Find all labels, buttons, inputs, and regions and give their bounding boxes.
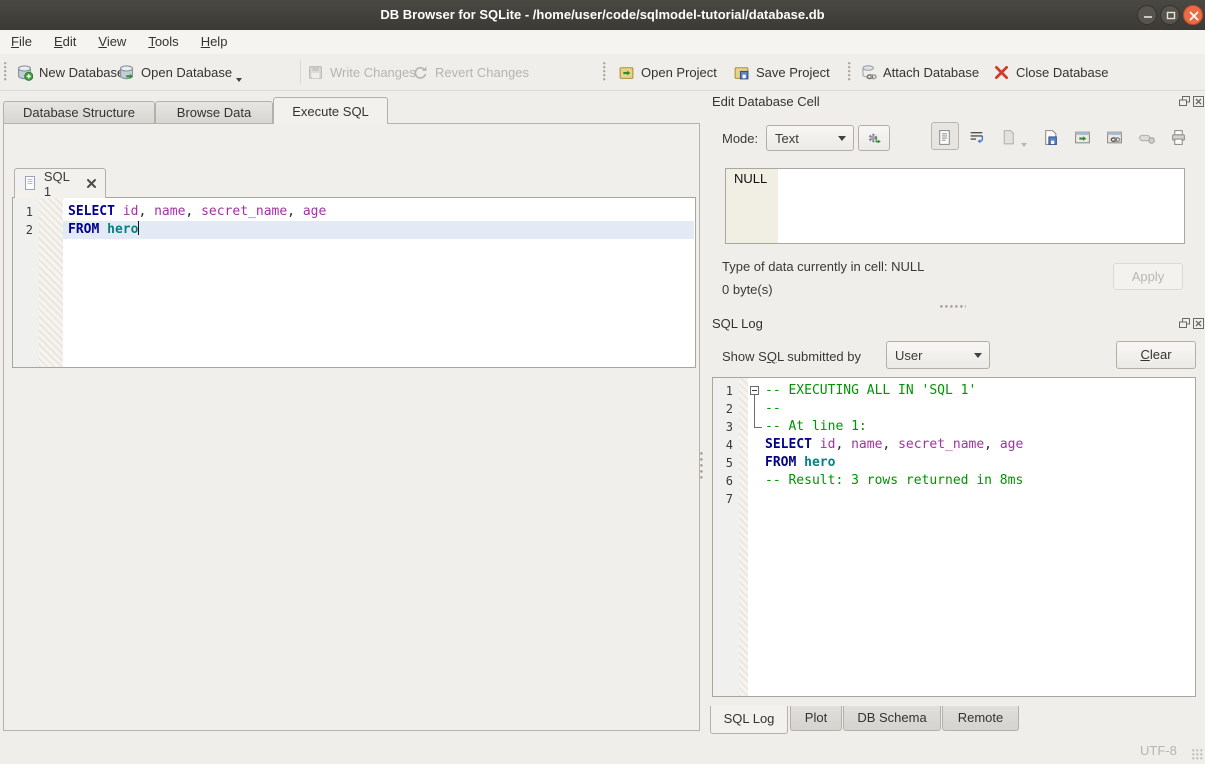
sql-file-tab-label: SQL 1 (44, 169, 80, 199)
tab-execute-sql[interactable]: Execute SQL (273, 97, 388, 124)
write-changes-button: Write Changes (303, 58, 420, 86)
toolbar-separator (300, 60, 301, 84)
mode-import-icon (866, 130, 883, 147)
code-line: 1-- EXECUTING ALL IN 'SQL 1' (713, 382, 1195, 400)
panel-splitter[interactable] (940, 305, 966, 309)
open-project-button[interactable]: Open Project (614, 58, 721, 86)
resize-grip[interactable] (1192, 749, 1204, 761)
close-database-icon (993, 64, 1010, 81)
edit-cell-title: Edit Database Cell (712, 94, 820, 109)
toolbar-button-label: Open Project (641, 65, 717, 80)
code-line: 2-- (713, 400, 1195, 418)
import-file-icon (1000, 129, 1017, 146)
revert-changes-button: Revert Changes (408, 58, 533, 86)
toolbar-button-label: Save Project (756, 65, 830, 80)
sql-log-filter-select[interactable]: User (886, 341, 990, 369)
write-changes-icon (307, 64, 324, 81)
float-panel-icon[interactable] (1178, 317, 1191, 330)
mode-value: Text (775, 131, 799, 146)
print-cell-icon[interactable] (1170, 129, 1187, 146)
window-title: DB Browser for SQLite - /home/user/code/… (0, 0, 1205, 30)
import-data-button[interactable] (858, 125, 890, 151)
open-project-icon (618, 64, 635, 81)
code-line: 5FROM hero (713, 454, 1195, 472)
copy-link-icon[interactable] (1106, 129, 1123, 146)
sql-document-icon (22, 175, 39, 192)
encoding-indicator: UTF-8 (1140, 743, 1177, 758)
toolbar-handle[interactable] (603, 62, 607, 82)
sql-log-filter-value: User (895, 348, 922, 363)
cell-editor-toolbar (962, 127, 1187, 147)
sql-log-filter-label: Show SQL submitted by (722, 349, 861, 364)
toolbar-button-label: Attach Database (883, 65, 979, 80)
toolbar-button-label: Revert Changes (435, 65, 529, 80)
word-wrap-icon[interactable] (968, 129, 985, 146)
sql-editor[interactable]: 1SELECT id, name, secret_name, age2FROM … (12, 197, 696, 368)
menubar: FileEditViewToolsHelp (0, 30, 1205, 54)
toolbar-handle[interactable] (4, 62, 8, 82)
new-database-icon (16, 64, 33, 81)
float-panel-icon[interactable] (1178, 95, 1191, 108)
main-splitter[interactable] (700, 452, 704, 482)
bottom-tab-sql-log[interactable]: SQL Log (710, 706, 788, 734)
menu-edit[interactable]: Edit (43, 30, 87, 54)
open-database-icon (118, 64, 135, 81)
cell-size-info: 0 byte(s) (722, 282, 773, 297)
attach-database-button[interactable]: Attach Database (856, 58, 983, 86)
sql-file-tab[interactable]: SQL 1 (14, 168, 106, 198)
toolbar-button-label: Close Database (1016, 65, 1109, 80)
code-line: 6-- Result: 3 rows returned in 8ms (713, 472, 1195, 490)
apply-button: Apply (1113, 263, 1183, 290)
open-database-button[interactable]: Open Database (114, 58, 246, 86)
new-database-button[interactable]: New Database (12, 58, 128, 86)
sql-log-title: SQL Log (712, 316, 763, 331)
clear-log-button[interactable]: Clear (1116, 341, 1196, 369)
code-line: 3-- At line 1: (713, 418, 1195, 436)
code-line: 4SELECT id, name, secret_name, age (713, 436, 1195, 454)
menu-help[interactable]: Help (190, 30, 239, 54)
text-mode-icon[interactable] (936, 129, 953, 146)
tab-browse-data[interactable]: Browse Data (155, 101, 273, 124)
code-line: 1SELECT id, name, secret_name, age (13, 203, 695, 221)
attach-database-icon (860, 64, 877, 81)
cell-content-value: NULL (734, 171, 767, 186)
save-project-icon (733, 64, 750, 81)
main-toolbar: New Database Open Database Write Changes Re… (0, 54, 1205, 91)
menu-view[interactable]: View (87, 30, 137, 54)
minimize-icon[interactable] (1137, 5, 1157, 25)
code-line: 2FROM hero (13, 221, 695, 239)
revert-changes-icon (412, 64, 429, 81)
close-icon[interactable] (1183, 5, 1203, 25)
toolbar-button-label: New Database (39, 65, 124, 80)
mode-label: Mode: (722, 131, 758, 146)
toolbar-button-label: Open Database (141, 65, 232, 80)
current-line-highlight (63, 221, 694, 239)
sql-log-view[interactable]: 1-- EXECUTING ALL IN 'SQL 1'2--3-- At li… (712, 377, 1196, 697)
toolbar-button-label: Write Changes (330, 65, 416, 80)
titlebar: DB Browser for SQLite - /home/user/code/… (0, 0, 1205, 31)
code-line: 7 (713, 490, 1195, 508)
bottom-tab-plot[interactable]: Plot (790, 706, 842, 731)
dropdown-caret-icon[interactable] (236, 78, 242, 82)
close-database-button[interactable]: Close Database (989, 58, 1113, 86)
export-file-icon[interactable] (1042, 129, 1059, 146)
bottom-tab-db-schema[interactable]: DB Schema (843, 706, 941, 731)
dropdown-caret-icon (1021, 143, 1027, 147)
close-panel-icon[interactable] (1192, 95, 1205, 108)
menu-tools[interactable]: Tools (137, 30, 189, 54)
cell-type-info: Type of data currently in cell: NULL (722, 259, 924, 274)
mode-select[interactable]: Text (766, 125, 854, 151)
toolbar-handle[interactable] (848, 62, 852, 82)
menu-file[interactable]: File (0, 30, 43, 54)
close-panel-icon[interactable] (1192, 317, 1205, 330)
apply-window-icon[interactable] (1074, 129, 1091, 146)
bottom-tab-remote[interactable]: Remote (942, 706, 1019, 731)
save-project-button[interactable]: Save Project (729, 58, 834, 86)
cell-content-editor[interactable]: NULL (725, 168, 1185, 244)
close-sql-tab-icon[interactable] (85, 177, 98, 190)
set-null-icon (1138, 129, 1155, 146)
maximize-icon[interactable] (1160, 5, 1180, 25)
tab-database-structure[interactable]: Database Structure (3, 101, 155, 124)
